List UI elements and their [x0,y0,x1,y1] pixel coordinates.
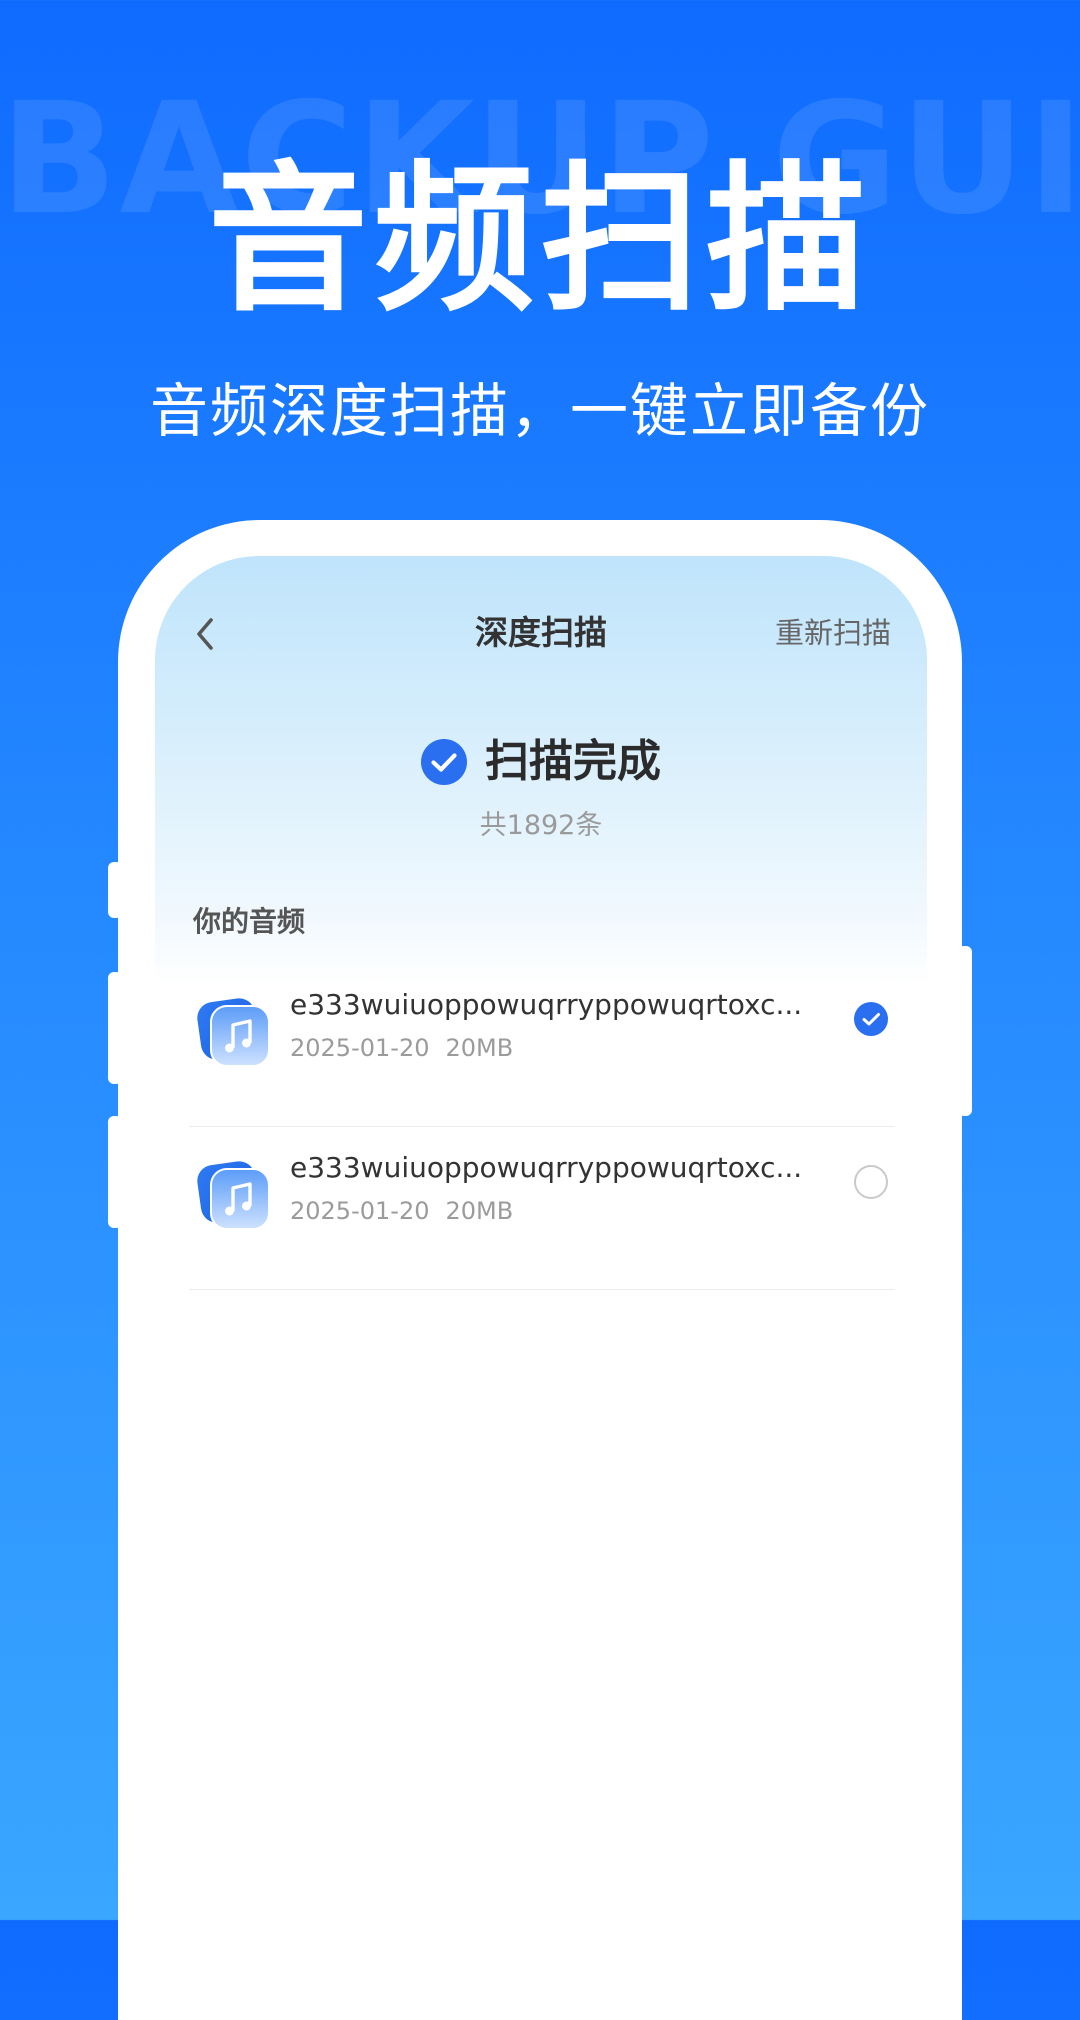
music-file-icon [197,1161,270,1230]
select-checkbox[interactable] [854,1002,888,1036]
file-name: e333wuiuoppowuqrryppowuqrtoxc... [290,1151,803,1184]
audio-list: e333wuiuoppowuqrryppowuqrtoxc... 2025-01… [189,964,895,1290]
music-file-icon [197,998,270,1067]
section-title: 你的音频 [193,905,306,938]
file-meta: 2025-01-20 20MB [290,1193,513,1229]
rescan-button[interactable]: 重新扫描 [775,610,891,656]
file-meta: 2025-01-20 20MB [290,1030,513,1066]
phone-screen: 深度扫描 重新扫描 扫描完成 共1892条 你的音频 e333wuiuoppow… [155,556,927,1920]
file-size: 20MB [445,1034,514,1062]
scan-count: 共1892条 [479,810,603,841]
file-date: 2025-01-20 [290,1197,430,1225]
file-date: 2025-01-20 [290,1034,430,1062]
scan-status: 扫描完成 [155,732,927,792]
check-icon [862,1013,880,1026]
list-item[interactable]: e333wuiuoppowuqrryppowuqrtoxc... 2025-01… [189,964,895,1127]
file-size: 20MB [445,1197,514,1225]
scan-status-text: 扫描完成 [485,736,661,787]
check-circle-icon [421,739,467,785]
list-item[interactable]: e333wuiuoppowuqrryppowuqrtoxc... 2025-01… [189,1127,895,1290]
file-name: e333wuiuoppowuqrryppowuqrtoxc... [290,988,803,1021]
select-checkbox[interactable] [854,1165,888,1199]
hero-subtitle: 音频深度扫描，一键立即备份 [149,377,930,445]
hero-title: 音频扫描 [207,146,872,333]
